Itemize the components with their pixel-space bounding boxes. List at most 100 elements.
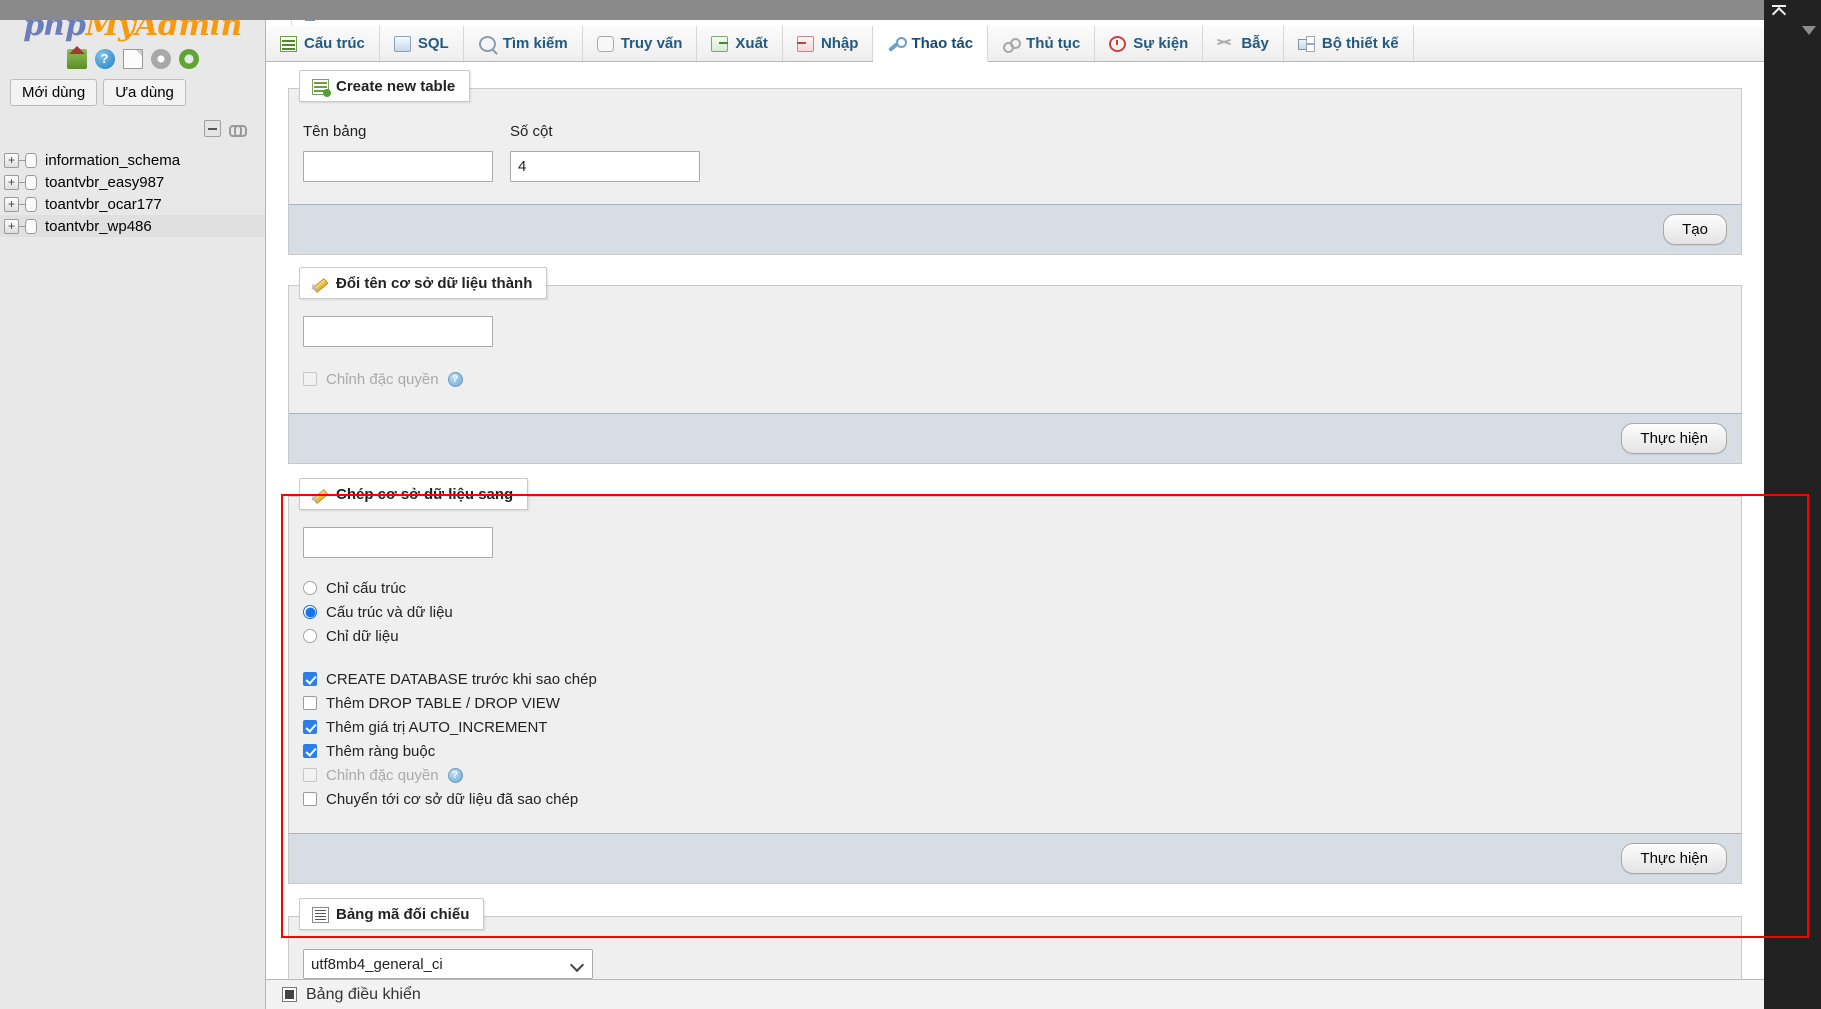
checkbox-label: Thêm DROP TABLE / DROP VIEW <box>326 695 560 712</box>
rename-database-input[interactable] <box>303 316 493 347</box>
pencil-icon <box>312 487 329 503</box>
tab-structure[interactable]: Cấu trúc <box>266 26 380 61</box>
rename-database-submit-button[interactable]: Thực hiện <box>1621 423 1727 454</box>
database-icon <box>25 219 37 234</box>
tab-label: SQL <box>418 35 449 52</box>
tab-sql[interactable]: SQL <box>380 26 464 61</box>
database-tree: + information_schema + toantvbr_easy987 … <box>0 149 265 237</box>
procedures-icon <box>1002 36 1019 52</box>
checkbox-label: Thêm ràng buộc <box>326 743 435 760</box>
sidebar-tab-recent[interactable]: Mới dùng <box>10 79 97 106</box>
db-label: toantvbr_ocar177 <box>45 196 162 213</box>
expand-icon[interactable]: + <box>4 175 19 190</box>
expand-icon[interactable]: + <box>4 197 19 212</box>
table-name-label: Tên bảng <box>303 123 493 140</box>
sidebar-tab-favorites[interactable]: Ưa dùng <box>103 79 186 106</box>
main-nav-tabs: Cấu trúc SQL Tìm kiếm Truy vấn Xuất Nhập… <box>266 26 1764 62</box>
database-icon <box>25 197 37 212</box>
db-label: toantvbr_wp486 <box>45 218 152 235</box>
num-columns-input[interactable] <box>510 151 700 182</box>
collation-icon <box>312 907 329 923</box>
option-add-auto-increment-row[interactable]: Thêm giá trị AUTO_INCREMENT <box>303 715 1721 739</box>
triggers-icon <box>1217 36 1234 52</box>
console-bar[interactable]: Bảng điều khiển <box>266 979 1764 1009</box>
expand-icon[interactable]: + <box>4 153 19 168</box>
tab-label: Cấu trúc <box>304 35 365 52</box>
search-icon <box>479 36 496 52</box>
add-drop-table-checkbox[interactable] <box>303 696 317 710</box>
expand-icon[interactable]: + <box>4 219 19 234</box>
copy-database-footer: Thực hiện <box>289 833 1741 883</box>
checkbox-label: Chỉnh đặc quyền <box>326 767 439 784</box>
create-table-fields: Tên bảng Số cột <box>303 123 1721 182</box>
add-auto-increment-checkbox[interactable] <box>303 720 317 734</box>
page-scrollbar[interactable] <box>1764 0 1821 1009</box>
db-item-toantvbr-easy987[interactable]: + toantvbr_easy987 <box>0 171 265 193</box>
documentation-icon[interactable] <box>123 49 143 69</box>
tab-procedures[interactable]: Thủ tục <box>988 26 1095 61</box>
table-name-input[interactable] <box>303 151 493 182</box>
copy-mode-structure-and-data-row[interactable]: Cấu trúc và dữ liệu <box>303 600 1721 624</box>
designer-icon <box>1298 36 1315 52</box>
collapse-all-icon[interactable] <box>204 120 221 137</box>
tab-query[interactable]: Truy vấn <box>583 26 698 61</box>
collapse-caret-icon[interactable] <box>1772 2 1788 18</box>
tab-events[interactable]: Sự kiện <box>1095 26 1203 61</box>
link-with-main-panel-icon[interactable] <box>229 123 247 135</box>
console-label: Bảng điều khiển <box>306 986 421 1004</box>
sidebar-icon-bar: ? <box>0 45 265 75</box>
scroll-down-arrow[interactable] <box>1802 26 1816 35</box>
tree-toolbar <box>0 108 265 143</box>
help-icon[interactable]: ? <box>448 768 463 783</box>
copy-database-target-input[interactable] <box>303 527 493 558</box>
tab-import[interactable]: Nhập <box>783 26 874 61</box>
option-create-database-row[interactable]: CREATE DATABASE trước khi sao chép <box>303 667 1721 691</box>
create-database-checkbox[interactable] <box>303 672 317 686</box>
reload-icon[interactable] <box>179 49 199 69</box>
copy-database-legend: Chép cơ sở dữ liệu sang <box>299 478 528 510</box>
structure-only-radio[interactable] <box>303 581 317 595</box>
structure-and-data-radio[interactable] <box>303 605 317 619</box>
help-icon[interactable]: ? <box>448 372 463 387</box>
create-table-footer: Tạo <box>289 204 1741 254</box>
option-add-drop-table-row[interactable]: Thêm DROP TABLE / DROP VIEW <box>303 691 1721 715</box>
tab-export[interactable]: Xuất <box>697 26 783 61</box>
copy-options-checkbox-group: CREATE DATABASE trước khi sao chép Thêm … <box>303 667 1721 811</box>
help-icon[interactable]: ? <box>95 49 115 69</box>
db-item-toantvbr-wp486[interactable]: + toantvbr_wp486 <box>0 215 265 237</box>
create-table-submit-button[interactable]: Tạo <box>1663 214 1727 245</box>
home-icon[interactable] <box>67 49 87 69</box>
add-constraints-checkbox[interactable] <box>303 744 317 758</box>
db-item-information-schema[interactable]: + information_schema <box>0 149 265 171</box>
export-icon <box>711 36 728 52</box>
tab-operations[interactable]: Thao tác <box>873 26 988 62</box>
sidebar-tabs: Mới dùng Ưa dùng <box>0 75 265 108</box>
adjust-privileges-label: Chỉnh đặc quyền <box>326 371 439 388</box>
tab-triggers[interactable]: Bẫy <box>1203 26 1284 61</box>
db-item-toantvbr-ocar177[interactable]: + toantvbr_ocar177 <box>0 193 265 215</box>
rename-database-footer: Thực hiện <box>289 413 1741 463</box>
tab-label: Tìm kiếm <box>503 35 568 52</box>
db-label: information_schema <box>45 152 180 169</box>
legend-label: Create new table <box>336 78 455 95</box>
copy-mode-radio-group: Chỉ cấu trúc Cấu trúc và dữ liệu Chỉ dữ … <box>303 576 1721 648</box>
switch-to-copied-db-checkbox[interactable] <box>303 792 317 806</box>
option-add-constraints-row[interactable]: Thêm ràng buộc <box>303 739 1721 763</box>
legend-label: Bảng mã đối chiếu <box>336 906 469 923</box>
copy-mode-structure-only-row[interactable]: Chỉ cấu trúc <box>303 576 1721 600</box>
tab-label: Truy vấn <box>621 35 683 52</box>
copy-database-submit-button[interactable]: Thực hiện <box>1621 843 1727 874</box>
tab-search[interactable]: Tìm kiếm <box>464 26 583 61</box>
option-adjust-privileges-row: Chỉnh đặc quyền ? <box>303 763 1721 787</box>
copy-mode-data-only-row[interactable]: Chỉ dữ liệu <box>303 624 1721 648</box>
pencil-icon <box>312 276 329 292</box>
data-only-radio[interactable] <box>303 629 317 643</box>
settings-gear-icon[interactable] <box>151 49 171 69</box>
adjust-privileges-checkbox <box>303 372 317 386</box>
collation-select[interactable]: utf8mb4_general_ci <box>303 949 593 979</box>
collation-legend: Bảng mã đối chiếu <box>299 898 484 930</box>
tab-designer[interactable]: Bộ thiết kế <box>1284 26 1414 61</box>
sql-icon <box>394 36 411 52</box>
checkbox-label: Chuyển tới cơ sở dữ liệu đã sao chép <box>326 791 578 808</box>
option-switch-to-copied-db-row[interactable]: Chuyển tới cơ sở dữ liệu đã sao chép <box>303 787 1721 811</box>
